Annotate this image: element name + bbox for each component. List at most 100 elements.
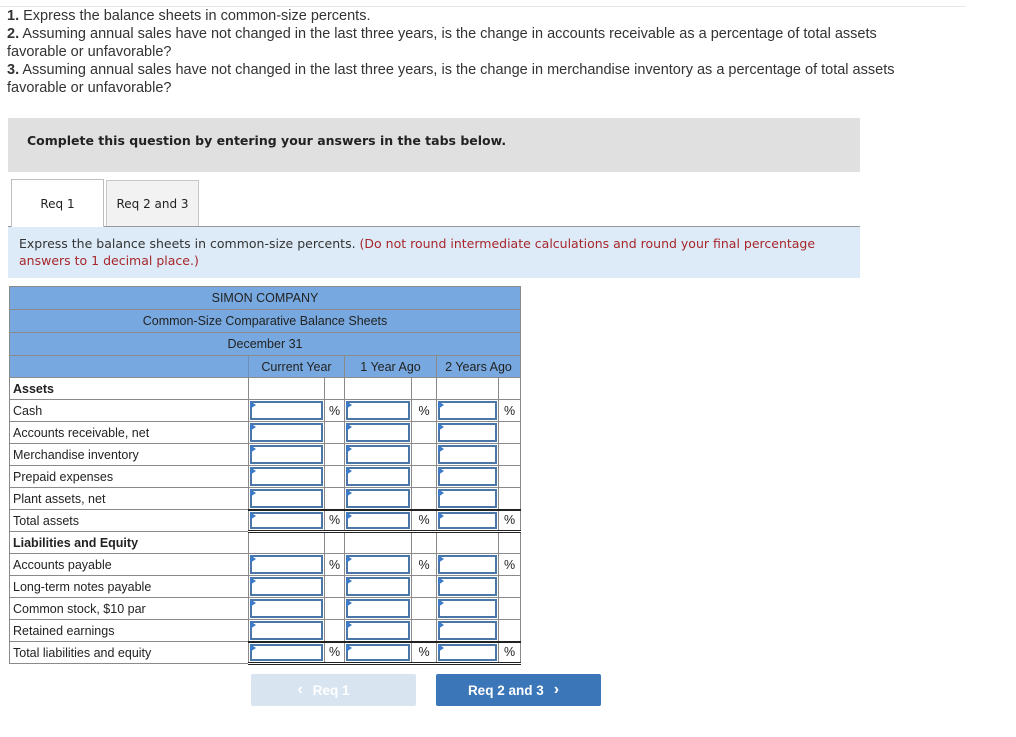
percent-input-2-years-ago[interactable] xyxy=(438,555,497,574)
percent-symbol: % xyxy=(411,508,437,533)
next-req-button[interactable]: Req 2 and 3 › xyxy=(436,674,601,706)
cell-1-year-ago xyxy=(344,443,412,466)
percent-input-1-year-ago[interactable] xyxy=(346,621,410,640)
instruction-number: 1. xyxy=(7,8,20,24)
instruction-2: 2. Assuming annual sales have not change… xyxy=(7,25,937,61)
percent-input-2-years-ago[interactable] xyxy=(438,599,497,618)
percent-input-current-year[interactable] xyxy=(250,599,323,618)
percent-symbol xyxy=(411,377,437,400)
cell-current-year xyxy=(248,465,325,488)
header-row: SIMON COMPANY xyxy=(9,286,521,310)
percent-symbol: % xyxy=(324,508,345,533)
percent-input-current-year[interactable] xyxy=(250,577,323,596)
cell-2-years-ago xyxy=(436,465,499,488)
percent-symbol xyxy=(498,421,521,444)
row-label: Accounts payable xyxy=(9,553,249,576)
instruction-text: Assuming annual sales have not changed i… xyxy=(7,26,877,60)
percent-input-current-year[interactable] xyxy=(250,555,323,574)
tab-req-2-and-3[interactable]: Req 2 and 3 xyxy=(106,180,199,226)
percent-input-current-year[interactable] xyxy=(250,423,323,442)
column-header-row: Current Year 1 Year Ago 2 Years Ago xyxy=(9,355,521,378)
percent-input-1-year-ago[interactable] xyxy=(346,555,410,574)
cell-2-years-ago xyxy=(436,553,499,576)
cell-current-year xyxy=(248,575,325,598)
percent-input-1-year-ago[interactable] xyxy=(346,511,410,529)
percent-symbol xyxy=(498,531,521,554)
percent-symbol xyxy=(498,443,521,466)
instruction-text: Express the balance sheets in common-siz… xyxy=(23,8,371,24)
percent-symbol xyxy=(411,531,437,554)
percent-symbol xyxy=(411,421,437,444)
percent-symbol: % xyxy=(498,508,521,533)
percent-input-current-year[interactable] xyxy=(250,467,323,486)
percent-input-2-years-ago[interactable] xyxy=(438,643,497,661)
percent-symbol xyxy=(324,575,345,598)
chevron-left-icon: ‹ xyxy=(297,681,303,698)
percent-input-current-year[interactable] xyxy=(250,489,323,508)
percent-input-1-year-ago[interactable] xyxy=(346,577,410,596)
instruction-3: 3. Assuming annual sales have not change… xyxy=(7,61,937,97)
cell-2-years-ago xyxy=(436,508,499,533)
percent-input-2-years-ago[interactable] xyxy=(438,401,497,420)
cell-1-year-ago xyxy=(344,619,412,642)
percent-symbol: % xyxy=(324,553,345,576)
row-label: Merchandise inventory xyxy=(9,443,249,466)
tab-req-1[interactable]: Req 1 xyxy=(11,179,104,227)
percent-input-2-years-ago[interactable] xyxy=(438,423,497,442)
cell-1-year-ago xyxy=(344,597,412,620)
percent-symbol: % xyxy=(324,640,345,665)
percent-symbol xyxy=(324,465,345,488)
percent-input-1-year-ago[interactable] xyxy=(346,599,410,618)
header-row: Common-Size Comparative Balance Sheets xyxy=(9,309,521,333)
cell-2-years-ago xyxy=(436,531,499,554)
table-row: Long-term notes payable xyxy=(9,575,521,598)
percent-symbol xyxy=(498,597,521,620)
row-label: Plant assets, net xyxy=(9,487,249,510)
cell-current-year xyxy=(248,508,325,533)
percent-input-2-years-ago[interactable] xyxy=(438,511,497,529)
percent-input-2-years-ago[interactable] xyxy=(438,467,497,486)
percent-symbol xyxy=(411,597,437,620)
percent-input-1-year-ago[interactable] xyxy=(346,643,410,661)
percent-input-2-years-ago[interactable] xyxy=(438,445,497,464)
cell-1-year-ago xyxy=(344,508,412,533)
percent-input-current-year[interactable] xyxy=(250,445,323,464)
percent-input-1-year-ago[interactable] xyxy=(346,423,410,442)
percent-input-2-years-ago[interactable] xyxy=(438,489,497,508)
percent-symbol xyxy=(324,487,345,510)
row-label: Liabilities and Equity xyxy=(9,531,249,554)
prev-req-button[interactable]: ‹ Req 1 xyxy=(251,674,416,706)
table-row: Accounts payable%%% xyxy=(9,553,521,576)
percent-input-1-year-ago[interactable] xyxy=(346,445,410,464)
cell-1-year-ago xyxy=(344,640,412,665)
table-row: Common stock, $10 par xyxy=(9,597,521,620)
row-label: Cash xyxy=(9,399,249,422)
percent-input-1-year-ago[interactable] xyxy=(346,401,410,420)
cell-2-years-ago xyxy=(436,443,499,466)
cell-1-year-ago xyxy=(344,487,412,510)
percent-input-current-year[interactable] xyxy=(250,401,323,420)
cell-current-year xyxy=(248,531,325,554)
cell-1-year-ago xyxy=(344,377,412,400)
percent-input-2-years-ago[interactable] xyxy=(438,621,497,640)
percent-input-current-year[interactable] xyxy=(250,621,323,640)
instruction-number: 3. xyxy=(7,62,20,78)
row-label: Total liabilities and equity xyxy=(9,641,249,664)
percent-symbol xyxy=(324,377,345,400)
column-header-current-year: Current Year xyxy=(248,355,345,378)
percent-input-2-years-ago[interactable] xyxy=(438,577,497,596)
percent-input-1-year-ago[interactable] xyxy=(346,489,410,508)
prev-button-label: Req 1 xyxy=(312,682,350,698)
cell-2-years-ago xyxy=(436,619,499,642)
next-button-label: Req 2 and 3 xyxy=(467,682,544,698)
percent-input-current-year[interactable] xyxy=(250,511,323,529)
cell-current-year xyxy=(248,421,325,444)
table-row: Cash%%% xyxy=(9,399,521,422)
percent-input-current-year[interactable] xyxy=(250,643,323,661)
row-label: Retained earnings xyxy=(9,619,249,642)
cell-current-year xyxy=(248,443,325,466)
percent-input-1-year-ago[interactable] xyxy=(346,467,410,486)
percent-symbol xyxy=(324,619,345,642)
cell-current-year xyxy=(248,487,325,510)
cell-current-year xyxy=(248,377,325,400)
